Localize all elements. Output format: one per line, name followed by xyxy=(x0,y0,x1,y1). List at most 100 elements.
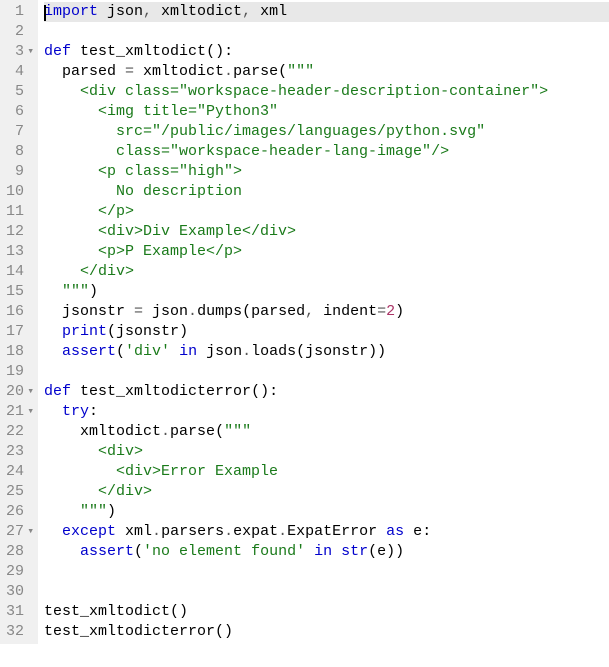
token-kw: try xyxy=(62,403,89,420)
token-str: 'div' xyxy=(125,343,170,360)
code-line[interactable]: except xml.parsers.expat.ExpatError as e… xyxy=(44,522,609,542)
line-number: 10 xyxy=(2,182,32,202)
token-id: json xyxy=(98,3,143,20)
code-line[interactable]: xmltodict.parse(""" xyxy=(44,422,609,442)
token-op: . xyxy=(224,63,233,80)
code-line[interactable]: test_xmltodict() xyxy=(44,602,609,622)
code-line[interactable]: <p class="high"> xyxy=(44,162,609,182)
token-op: . xyxy=(161,423,170,440)
line-number: 24 xyxy=(2,462,32,482)
code-line[interactable]: <div>Div Example</div> xyxy=(44,222,609,242)
token-id: loads xyxy=(251,343,296,360)
line-number: 15 xyxy=(2,282,32,302)
code-line[interactable]: assert('no element found' in str(e)) xyxy=(44,542,609,562)
code-line[interactable]: No description xyxy=(44,182,609,202)
token-str: <img title="Python3" xyxy=(44,103,278,120)
token-str: <div class="workspace-header-description… xyxy=(44,83,548,100)
token-id xyxy=(305,543,314,560)
token-kw: except xyxy=(62,523,116,540)
code-line[interactable]: </div> xyxy=(44,262,609,282)
line-number: 21▾ xyxy=(2,402,32,422)
code-line[interactable]: print(jsonstr) xyxy=(44,322,609,342)
token-id: parsers xyxy=(161,523,224,540)
line-number: 20▾ xyxy=(2,382,32,402)
code-line[interactable]: src="/public/images/languages/python.svg… xyxy=(44,122,609,142)
code-line[interactable]: def test_xmltodict(): xyxy=(44,42,609,62)
token-str: 'no element found' xyxy=(143,543,305,560)
code-line[interactable]: <div>Error Example xyxy=(44,462,609,482)
token-id: jsonstr xyxy=(305,343,368,360)
token-id: e xyxy=(404,523,422,540)
token-id: xml xyxy=(251,3,287,20)
code-line[interactable]: import json, xmltodict, xml xyxy=(44,2,609,22)
token-paren: ( xyxy=(215,423,224,440)
code-line[interactable]: def test_xmltodicterror(): xyxy=(44,382,609,402)
token-str: src="/public/images/languages/python.svg… xyxy=(44,123,485,140)
fold-toggle-icon[interactable]: ▾ xyxy=(24,522,34,542)
line-number: 12 xyxy=(2,222,32,242)
token-id: xmltodict xyxy=(44,423,161,440)
code-line[interactable]: assert('div' in json.loads(jsonstr)) xyxy=(44,342,609,362)
token-str: </div> xyxy=(44,263,134,280)
token-id: jsonstr xyxy=(116,323,179,340)
code-line[interactable]: parsed = xmltodict.parse(""" xyxy=(44,62,609,82)
code-line[interactable]: class="workspace-header-lang-image"/> xyxy=(44,142,609,162)
line-number-gutter: 123▾4567891011121314151617181920▾21▾2223… xyxy=(0,0,38,644)
code-line[interactable]: jsonstr = json.dumps(parsed, indent=2) xyxy=(44,302,609,322)
token-kw: as xyxy=(386,523,404,540)
code-line[interactable]: """) xyxy=(44,282,609,302)
token-paren: ) xyxy=(107,503,116,520)
code-line[interactable]: </div> xyxy=(44,482,609,502)
code-line[interactable]: test_xmltodicterror() xyxy=(44,622,609,642)
line-number: 4 xyxy=(2,62,32,82)
token-op: = xyxy=(134,303,143,320)
code-line[interactable] xyxy=(44,22,609,42)
token-id xyxy=(44,323,62,340)
line-number: 3▾ xyxy=(2,42,32,62)
code-line[interactable]: """) xyxy=(44,502,609,522)
fold-toggle-icon[interactable]: ▾ xyxy=(24,402,34,422)
code-area[interactable]: import json, xmltodict, xml def test_xmlt… xyxy=(38,0,609,644)
token-op: . xyxy=(224,523,233,540)
fold-toggle-icon[interactable]: ▾ xyxy=(24,42,34,62)
line-number: 32 xyxy=(2,622,32,642)
token-str: </p> xyxy=(44,203,134,220)
token-op: . xyxy=(278,523,287,540)
code-line[interactable] xyxy=(44,362,609,382)
code-editor[interactable]: 123▾4567891011121314151617181920▾21▾2223… xyxy=(0,0,609,644)
token-paren: ( xyxy=(296,343,305,360)
token-kw: def xyxy=(44,383,71,400)
token-str: class="workspace-header-lang-image"/> xyxy=(44,143,449,160)
token-id: test_xmltodicterror xyxy=(44,623,215,640)
code-line[interactable] xyxy=(44,562,609,582)
line-number: 29 xyxy=(2,562,32,582)
token-builtin: print xyxy=(62,323,107,340)
token-paren: () xyxy=(170,603,188,620)
token-paren: ( xyxy=(134,543,143,560)
code-line[interactable]: </p> xyxy=(44,202,609,222)
token-id: expat xyxy=(233,523,278,540)
token-kw: def xyxy=(44,43,71,60)
code-line[interactable] xyxy=(44,582,609,602)
token-fn: test_xmltodicterror xyxy=(80,383,251,400)
token-op: , xyxy=(143,3,152,20)
code-line[interactable]: try: xyxy=(44,402,609,422)
token-kw: in xyxy=(314,543,332,560)
fold-toggle-icon[interactable]: ▾ xyxy=(24,382,34,402)
token-id: dumps xyxy=(197,303,242,320)
code-line[interactable]: <div> xyxy=(44,442,609,462)
token-paren: )) xyxy=(368,343,386,360)
line-number: 28 xyxy=(2,542,32,562)
token-paren: )) xyxy=(386,543,404,560)
line-number: 17 xyxy=(2,322,32,342)
token-str: <div>Error Example xyxy=(44,463,278,480)
token-op: , xyxy=(242,3,251,20)
token-str: """ xyxy=(287,63,314,80)
code-line[interactable]: <img title="Python3" xyxy=(44,102,609,122)
code-line[interactable]: <p>P Example</p> xyxy=(44,242,609,262)
token-str: <div> xyxy=(44,443,143,460)
line-number: 30 xyxy=(2,582,32,602)
token-builtin: str xyxy=(341,543,368,560)
line-number: 2 xyxy=(2,22,32,42)
code-line[interactable]: <div class="workspace-header-description… xyxy=(44,82,609,102)
